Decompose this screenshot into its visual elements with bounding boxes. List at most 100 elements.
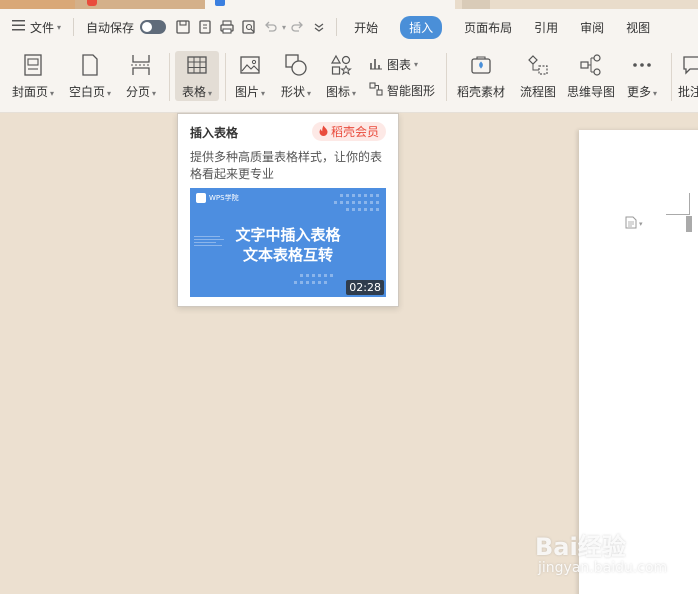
chart-icon [369,56,387,73]
tab-label: 开始 [354,20,379,35]
daoke-material-button[interactable]: 稻壳素材 [452,51,510,101]
autosave-label: 自动保存 [86,20,135,35]
customize-quick-access-icon[interactable] [308,9,330,45]
mindmap-button[interactable]: 思维导图 [565,51,617,101]
tab-label: 引用 [534,20,559,35]
chevron-down-icon: ▾ [152,89,157,98]
more-button[interactable]: 更多 ▾ [622,51,662,101]
picture-icon [236,51,264,79]
icon-button[interactable]: 图标 ▾ [321,51,361,101]
tab-home[interactable]: 开始 [343,9,389,45]
flowchart-icon [524,51,552,79]
blank-page-icon [76,51,104,79]
smart-art-button[interactable]: 智能图形 [369,80,435,100]
margin-corner-mark [666,214,690,215]
window-tab[interactable] [462,0,490,9]
table-icon [183,51,211,79]
chevron-down-icon: ▾ [208,89,213,98]
shape-button[interactable]: 形状 ▾ [276,51,316,101]
mindmap-label: 思维导图 [566,85,615,99]
vip-badge-label: 稻壳会员 [330,125,379,139]
shape-label: 形状 [280,85,305,99]
vip-badge[interactable]: 稻壳会员 [311,122,386,141]
watermark-url: jingyan.baidu.com [538,560,668,576]
chart-button[interactable]: 图表 ▾ [369,54,418,74]
material-icon [467,51,495,79]
video-duration: 02:28 [346,280,384,295]
flame-icon [318,125,331,139]
icon-label: 图标 [325,85,350,99]
tab-label: 插入 [400,15,443,39]
chevron-down-icon: ▾ [352,89,357,98]
blank-page-label: 空白页 [68,85,105,99]
popup-description: 提供多种高质量表格样式，让你的表格看起来更专业 [190,150,383,181]
thumbnail-title-line2: 文本表格互转 [242,246,333,264]
document-icon [625,216,637,232]
document-page[interactable] [579,130,698,594]
window-tab[interactable] [75,0,205,9]
window-tab-active[interactable] [205,0,455,9]
file-menu-label: 文件 [30,20,55,35]
cover-page-button[interactable]: 封面页 ▾ [8,51,58,101]
divider [73,18,75,36]
comment-icon [678,51,698,79]
window-tab-strip [0,0,698,9]
thumbnail-title-line1: 文字中插入表格 [235,226,341,244]
paragraph-options-button[interactable]: ▾ [625,216,643,232]
popup-title: 插入表格 [190,126,239,140]
table-label: 表格 [181,85,206,99]
tab-view[interactable]: 视图 [615,9,661,45]
print-icon[interactable] [216,9,238,45]
print-preview-icon[interactable] [238,9,260,45]
export-pdf-icon[interactable] [194,9,216,45]
margin-corner-mark [689,193,690,215]
autosave-toggle[interactable] [140,20,167,34]
tab-insert[interactable]: 插入 [389,9,453,45]
thumbnail-logo-text: WPS学院 [209,194,239,202]
redo-icon[interactable] [286,9,308,45]
annotate-label: 批注 [678,85,698,99]
wps-academy-logo: WPS学院 [196,193,239,203]
icons-gallery-icon [327,51,355,79]
tab-references[interactable]: 引用 [523,9,569,45]
table-tooltip-popup: 插入表格 稻壳会员 提供多种高质量表格样式，让你的表格看起来更专业 WPS学院 … [177,113,399,307]
flowchart-button[interactable]: 流程图 [516,51,560,101]
file-menu[interactable]: 文件 ▾ [0,9,67,45]
menu-bar: 文件 ▾ 自动保存 ▾ 开始 插入 页面布局 引用 审阅 视图 [0,9,698,45]
page-break-icon [127,51,155,79]
tab-label: 视图 [626,20,651,35]
chevron-down-icon: ▾ [307,89,312,98]
tutorial-video-thumbnail[interactable]: WPS学院 文字中插入表格 文本表格互转 02:28 [190,188,386,297]
picture-button[interactable]: 图片 ▾ [230,51,270,101]
text-cursor [686,216,692,232]
blank-page-button[interactable]: 空白页 ▾ [64,51,116,101]
chevron-down-icon: ▾ [107,89,112,98]
tab-label: 审阅 [580,20,605,35]
smart-art-icon [369,81,387,99]
more-icon [628,51,656,79]
tab-review[interactable]: 审阅 [569,9,615,45]
undo-icon[interactable] [260,9,282,45]
flowchart-label: 流程图 [519,85,556,99]
chevron-down-icon: ▾ [414,59,419,69]
doc-tab-icon [215,0,225,6]
page-break-label: 分页 [125,85,150,99]
save-icon[interactable] [172,9,194,45]
cover-page-label: 封面页 [11,85,48,99]
chevron-down-icon: ▾ [50,89,55,98]
tab-label: 页面布局 [464,20,513,35]
annotate-button[interactable]: 批注 [678,51,698,101]
cover-page-icon [19,51,47,79]
wps-logo-icon [87,0,97,6]
tab-page-layout[interactable]: 页面布局 [453,9,523,45]
chevron-down-icon: ▾ [653,89,658,98]
chevron-down-icon: ▾ [639,220,643,228]
divider [169,53,170,101]
table-button[interactable]: 表格 ▾ [175,51,219,101]
window-tab[interactable] [0,0,75,9]
page-break-button[interactable]: 分页 ▾ [120,51,162,101]
divider [225,53,226,101]
autosave[interactable]: 自动保存 [80,9,172,45]
smart-art-label: 智能图形 [387,83,436,98]
wps-logo-icon [196,193,206,203]
